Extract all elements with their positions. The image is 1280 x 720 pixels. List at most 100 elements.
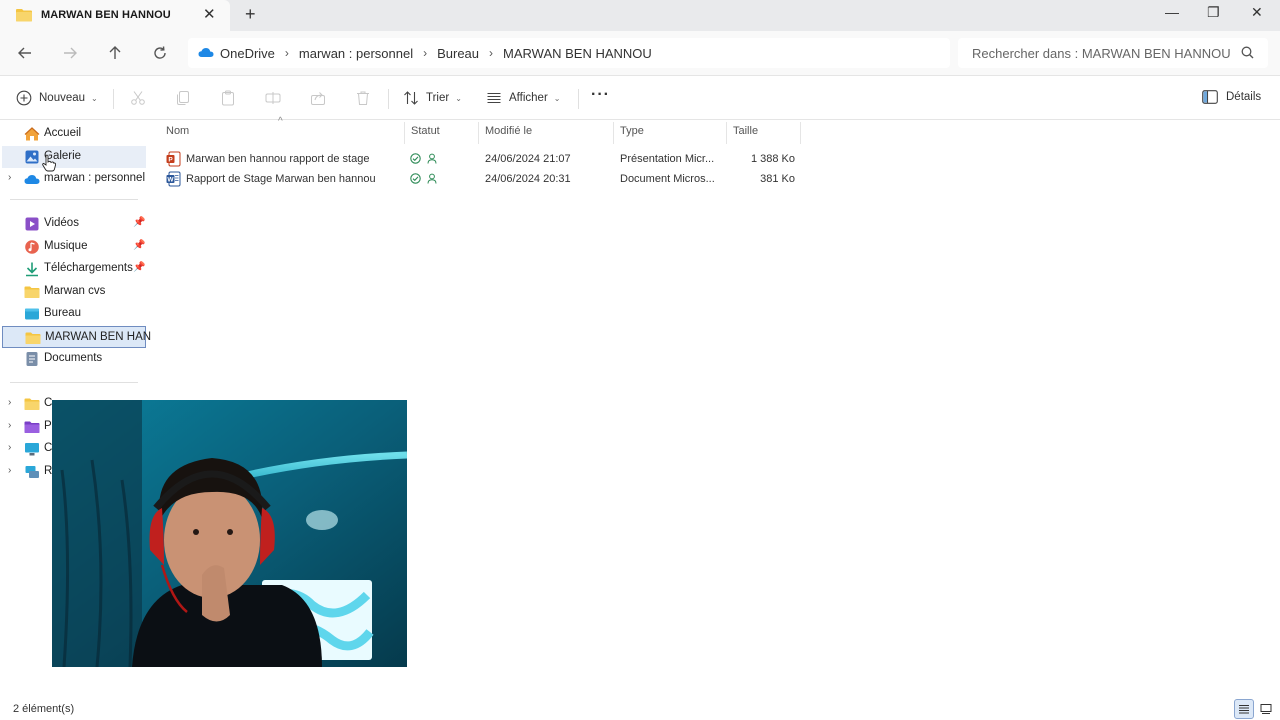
videos-icon — [25, 217, 39, 231]
item-count: 2 élément(s) — [13, 703, 75, 715]
file-size: 381 Ko — [760, 173, 795, 185]
sort-label: Trier — [426, 92, 450, 104]
column-divider[interactable] — [800, 122, 801, 144]
copy-icon[interactable] — [175, 90, 191, 106]
new-tab-button[interactable]: + — [245, 4, 256, 25]
chevron-down-icon: ⌄ — [91, 93, 98, 103]
delete-icon[interactable] — [355, 90, 371, 106]
forward-button[interactable] — [59, 42, 81, 64]
arrow-left-icon — [18, 47, 31, 59]
cut-icon[interactable] — [130, 90, 146, 106]
sidebar-item-label: Marwan cvs — [44, 285, 106, 297]
sort-ascending-icon: ^ — [278, 116, 283, 127]
command-bar: Nouveau ⌄ Trier ⌄ Afficher ⌄ ··· Détails — [0, 77, 1280, 120]
sidebar-item-home[interactable]: Accueil — [2, 123, 146, 145]
breadcrumb[interactable]: OneDrive › marwan : personnel › Bureau ›… — [188, 38, 950, 68]
search-input[interactable]: Rechercher dans : MARWAN BEN HANNOU — [958, 38, 1268, 68]
onedrive-cloud-icon — [24, 175, 40, 184]
column-divider[interactable] — [726, 122, 727, 144]
breadcrumb-personnel[interactable]: marwan : personnel — [289, 46, 423, 61]
sidebar-item-music[interactable]: Musique 📌 — [2, 236, 146, 258]
chevron-right-icon[interactable]: › — [8, 172, 11, 183]
webcam-overlay — [52, 400, 407, 667]
chevron-right-icon[interactable]: › — [8, 465, 11, 476]
sidebar-item-bureau[interactable]: Bureau — [2, 303, 146, 325]
arrow-up-icon — [109, 46, 121, 59]
modified-date: 24/06/2024 20:31 — [485, 173, 571, 185]
share-icon[interactable] — [310, 90, 326, 106]
sidebar-item-label: P — [44, 420, 52, 432]
sidebar-item-onedrive-personal[interactable]: › marwan : personnel — [2, 168, 146, 190]
column-divider[interactable] — [613, 122, 614, 144]
refresh-button[interactable] — [149, 42, 171, 64]
sidebar-item-current-folder[interactable]: MARWAN BEN HAN — [2, 326, 151, 348]
rename-icon[interactable] — [265, 90, 281, 106]
divider — [10, 199, 138, 200]
large-icons-view-button[interactable] — [1256, 699, 1276, 719]
sidebar-item-label: MARWAN BEN HAN — [45, 331, 152, 343]
new-button[interactable]: Nouveau ⌄ — [16, 90, 98, 106]
details-button[interactable]: Détails — [1202, 90, 1261, 104]
breadcrumb-current-folder[interactable]: MARWAN BEN HANNOU — [493, 46, 662, 61]
sidebar-item-documents[interactable]: Documents — [2, 348, 146, 370]
onedrive-cloud-icon — [198, 46, 214, 61]
sync-status — [410, 173, 437, 187]
sort-button[interactable]: Trier ⌄ — [403, 90, 462, 106]
file-size: 1 388 Ko — [750, 153, 795, 165]
minimize-button[interactable]: — — [1165, 4, 1179, 20]
arrow-right-icon — [64, 47, 77, 59]
documents-icon — [26, 352, 38, 366]
back-button[interactable] — [14, 42, 36, 64]
chevron-right-icon[interactable]: › — [8, 420, 11, 431]
up-button[interactable] — [104, 42, 126, 64]
column-header-type[interactable]: Type — [620, 125, 644, 137]
column-divider[interactable] — [404, 122, 405, 144]
pin-icon[interactable]: 📌 — [133, 217, 145, 228]
sidebar-item-downloads[interactable]: Téléchargements 📌 — [2, 258, 146, 280]
folder-icon — [16, 8, 32, 25]
sort-icon — [404, 91, 418, 105]
sync-ok-icon — [410, 173, 421, 184]
more-options-button[interactable]: ··· — [591, 86, 610, 104]
tab-close-button[interactable]: ✕ — [203, 5, 216, 23]
sidebar-item-label: Accueil — [44, 127, 82, 139]
view-list-icon — [487, 92, 501, 104]
sidebar-item-marwan-cvs[interactable]: Marwan cvs — [2, 281, 146, 303]
folder-icon — [24, 286, 40, 298]
music-icon — [25, 240, 39, 254]
modified-date: 24/06/2024 21:07 — [485, 153, 571, 165]
restore-button[interactable]: ❐ — [1207, 4, 1220, 21]
view-button[interactable]: Afficher ⌄ — [486, 90, 560, 106]
column-header-size[interactable]: Taille — [733, 125, 758, 137]
column-header-status[interactable]: Statut — [411, 125, 440, 137]
file-type: Document Micros... — [620, 173, 715, 185]
column-header-modified[interactable]: Modifié le — [485, 125, 532, 137]
chevron-right-icon[interactable]: › — [8, 397, 11, 408]
sidebar-item-videos[interactable]: Vidéos 📌 — [2, 213, 146, 235]
plus-circle-icon — [16, 90, 32, 106]
file-name: Rapport de Stage Marwan ben hannou — [186, 173, 376, 185]
sidebar-item-gallery[interactable]: Galerie — [2, 146, 146, 172]
new-label: Nouveau — [39, 92, 86, 104]
sidebar-item-label: Vidéos — [44, 217, 79, 229]
chevron-right-icon[interactable]: › — [8, 442, 11, 453]
sync-status — [410, 153, 437, 167]
table-row[interactable]: W Rapport de Stage Marwan ben hannou 24/… — [160, 169, 800, 189]
refresh-icon — [154, 46, 166, 59]
paste-icon[interactable] — [220, 90, 236, 106]
folder-icon — [25, 332, 41, 344]
breadcrumb-bureau[interactable]: Bureau — [427, 46, 489, 61]
breadcrumb-onedrive[interactable]: OneDrive — [214, 46, 285, 61]
details-view-button[interactable] — [1234, 699, 1254, 719]
close-window-button[interactable]: ✕ — [1251, 4, 1263, 21]
divider — [10, 382, 138, 383]
word-file-icon: W — [166, 171, 181, 187]
table-row[interactable]: P Marwan ben hannou rapport de stage 24/… — [160, 149, 800, 169]
tab-active[interactable]: MARWAN BEN HANNOU ✕ — [0, 0, 230, 31]
pin-icon[interactable]: 📌 — [133, 240, 145, 251]
column-divider[interactable] — [478, 122, 479, 144]
details-label: Détails — [1226, 91, 1262, 103]
sidebar-item-label: marwan : personnel — [44, 172, 145, 184]
pin-icon[interactable]: 📌 — [133, 262, 145, 273]
column-header-name[interactable]: Nom — [166, 125, 189, 137]
